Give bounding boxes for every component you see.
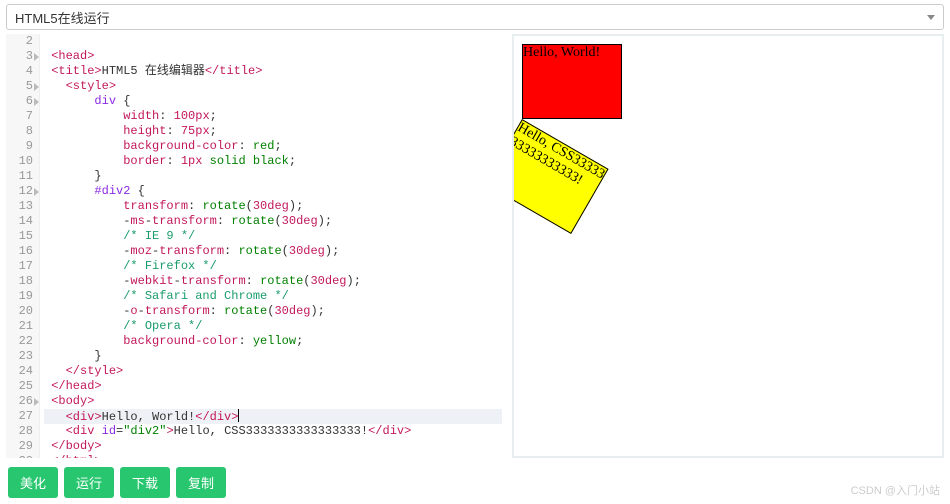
line-number: 23 (6, 349, 33, 364)
code-line[interactable]: border: 1px solid black; (44, 154, 502, 169)
line-number: 16 (6, 244, 33, 259)
line-number: 12 (6, 184, 33, 199)
code-line[interactable]: } (44, 169, 502, 184)
text-cursor (238, 409, 239, 422)
preview-pane: Hello, World! Hello, CSS3333333333333333… (512, 34, 944, 458)
topbar: HTML5在线运行 (6, 4, 944, 30)
download-button[interactable]: 下载 (120, 467, 170, 498)
line-number: 2 (6, 34, 33, 49)
line-number: 10 (6, 154, 33, 169)
line-number: 9 (6, 139, 33, 154)
beautify-button[interactable]: 美化 (8, 467, 58, 498)
line-number: 5 (6, 79, 33, 94)
line-number: 8 (6, 124, 33, 139)
code-line[interactable]: #div2 { (44, 184, 502, 199)
code-line[interactable]: -webkit-transform: rotate(30deg); (44, 274, 502, 289)
code-line[interactable]: <div id="div2">Hello, CSS333333333333333… (44, 424, 502, 439)
code-line[interactable]: width: 100px; (44, 109, 502, 124)
line-number: 19 (6, 289, 33, 304)
line-number: 7 (6, 109, 33, 124)
code-line[interactable]: </html> (44, 454, 502, 458)
line-number: 25 (6, 379, 33, 394)
chevron-down-icon (927, 15, 935, 20)
code-line[interactable]: background-color: red; (44, 139, 502, 154)
preview-div2: Hello, CSS3333333333333333! (512, 119, 609, 234)
button-bar: 美化 运行 下载 复制 (8, 467, 226, 498)
code-line[interactable]: div { (44, 94, 502, 109)
code-line[interactable]: transform: rotate(30deg); (44, 199, 502, 214)
code-line[interactable]: <style> (44, 79, 502, 94)
code-content[interactable]: <head> <title>HTML5 在线编辑器</title> <style… (40, 34, 502, 458)
code-line[interactable]: <body> (44, 394, 502, 409)
line-number: 3 (6, 49, 33, 64)
code-line[interactable]: height: 75px; (44, 124, 502, 139)
line-number: 21 (6, 319, 33, 334)
code-line[interactable]: -ms-transform: rotate(30deg); (44, 214, 502, 229)
run-button[interactable]: 运行 (64, 467, 114, 498)
line-gutter: 2345678910111213141516171819202122232425… (6, 34, 40, 458)
language-select-value: HTML5在线运行 (15, 8, 110, 27)
copy-button[interactable]: 复制 (176, 467, 226, 498)
code-line[interactable]: </body> (44, 439, 502, 454)
main-area: 2345678910111213141516171819202122232425… (6, 34, 944, 458)
line-number: 24 (6, 364, 33, 379)
line-number: 14 (6, 214, 33, 229)
code-line[interactable]: <div>Hello, World!</div> (44, 409, 502, 424)
line-number: 17 (6, 259, 33, 274)
line-number: 18 (6, 274, 33, 289)
code-line[interactable] (44, 34, 502, 49)
code-line[interactable]: } (44, 349, 502, 364)
line-number: 26 (6, 394, 33, 409)
code-line[interactable]: -moz-transform: rotate(30deg); (44, 244, 502, 259)
code-line[interactable]: </style> (44, 364, 502, 379)
code-line[interactable]: </head> (44, 379, 502, 394)
line-number: 22 (6, 334, 33, 349)
line-number: 4 (6, 64, 33, 79)
code-line[interactable]: <title>HTML5 在线编辑器</title> (44, 64, 502, 79)
code-line[interactable]: <head> (44, 49, 502, 64)
code-line[interactable]: /* IE 9 */ (44, 229, 502, 244)
line-number: 28 (6, 424, 33, 439)
code-editor[interactable]: 2345678910111213141516171819202122232425… (6, 34, 502, 458)
line-number: 6 (6, 94, 33, 109)
line-number: 20 (6, 304, 33, 319)
line-number: 29 (6, 439, 33, 454)
line-number: 30 (6, 454, 33, 458)
code-line[interactable]: background-color: yellow; (44, 334, 502, 349)
code-line[interactable]: /* Firefox */ (44, 259, 502, 274)
preview-div1: Hello, World! (522, 44, 622, 119)
code-line[interactable]: -o-transform: rotate(30deg); (44, 304, 502, 319)
line-number: 27 (6, 409, 33, 424)
code-line[interactable]: /* Safari and Chrome */ (44, 289, 502, 304)
line-number: 15 (6, 229, 33, 244)
code-line[interactable]: /* Opera */ (44, 319, 502, 334)
line-number: 11 (6, 169, 33, 184)
watermark: CSDN @入门小站 (851, 482, 940, 498)
language-select[interactable]: HTML5在线运行 (6, 4, 944, 30)
line-number: 13 (6, 199, 33, 214)
